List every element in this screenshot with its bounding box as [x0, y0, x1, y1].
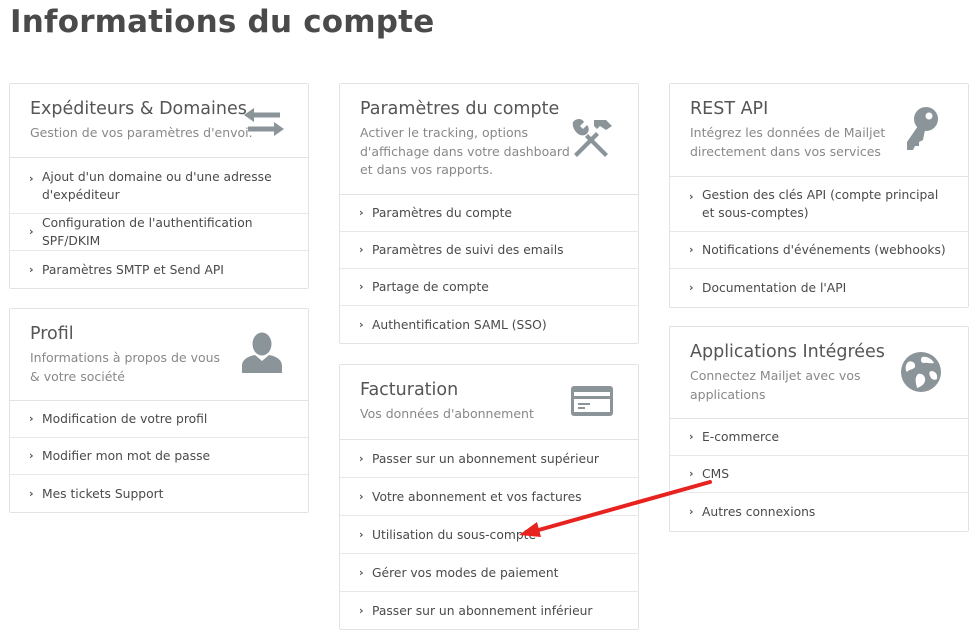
list-item[interactable]: › Paramètres du compte — [340, 195, 638, 232]
card-description: Activer le tracking, options d'affichage… — [360, 125, 570, 177]
list-item[interactable]: › Notifications d'événements (webhooks) — [670, 232, 968, 269]
list-item[interactable]: › Modification de votre profil — [10, 401, 308, 438]
list-item[interactable]: › Configuration de l'authentification SPF… — [10, 214, 308, 251]
list-item[interactable]: › Mes tickets Support — [10, 475, 308, 512]
arrows-exchange-icon — [242, 106, 286, 138]
list-item[interactable]: › Gérer vos modes de paiement — [340, 554, 638, 592]
list-item[interactable]: › Documentation de l'API — [670, 269, 968, 307]
list-item[interactable]: › Paramètres de suivi des emails — [340, 232, 638, 269]
card-senders-domains: Expéditeurs & Domaines Gestion de vos pa… — [9, 83, 309, 289]
card-billing: Facturation Vos données d'abonnement › Pa… — [339, 364, 639, 630]
page-title: Informations du compte — [10, 4, 435, 40]
card-description: Informations à propos de vous & votre so… — [30, 350, 221, 384]
list-item[interactable]: › Modifier mon mot de passe — [10, 438, 308, 475]
card-account-settings: Paramètres du compte Activer le tracking… — [339, 83, 639, 344]
list-item[interactable]: › Partage de compte — [340, 269, 638, 306]
tools-icon — [570, 116, 614, 158]
list-item[interactable]: › CMS — [670, 456, 968, 493]
card-integrated-apps: Applications Intégrées Connectez Mailjet… — [669, 326, 969, 532]
list-item[interactable]: › Paramètres SMTP et Send API — [10, 251, 308, 288]
card-description: Connectez Mailjet avec vos applications — [690, 368, 861, 402]
list-item[interactable]: › Ajout d'un domaine ou d'une adresse d'e… — [10, 158, 308, 214]
card-rest-api: REST API Intégrez les données de Mailjet… — [669, 83, 969, 308]
globe-icon — [900, 351, 942, 393]
key-icon — [904, 106, 940, 152]
list-item[interactable]: › Autres connexions — [670, 493, 968, 531]
list-item[interactable]: › Passer sur un abonnement inférieur — [340, 592, 638, 629]
credit-card-icon — [570, 385, 614, 417]
list-item[interactable]: › Utilisation du sous-compte — [340, 516, 638, 554]
list-item[interactable]: › Votre abonnement et vos factures — [340, 478, 638, 516]
card-description: Intégrez les données de Mailjet directem… — [690, 125, 886, 159]
list-item[interactable]: › E-commerce — [670, 419, 968, 456]
list-item[interactable]: › Authentification SAML (SSO) — [340, 306, 638, 343]
list-item[interactable]: › Passer sur un abonnement supérieur — [340, 440, 638, 478]
list-item[interactable]: › Gestion des clés API (compte principal … — [670, 177, 968, 232]
user-icon — [240, 331, 284, 373]
card-profile: Profil Informations à propos de vous & v… — [9, 308, 309, 513]
